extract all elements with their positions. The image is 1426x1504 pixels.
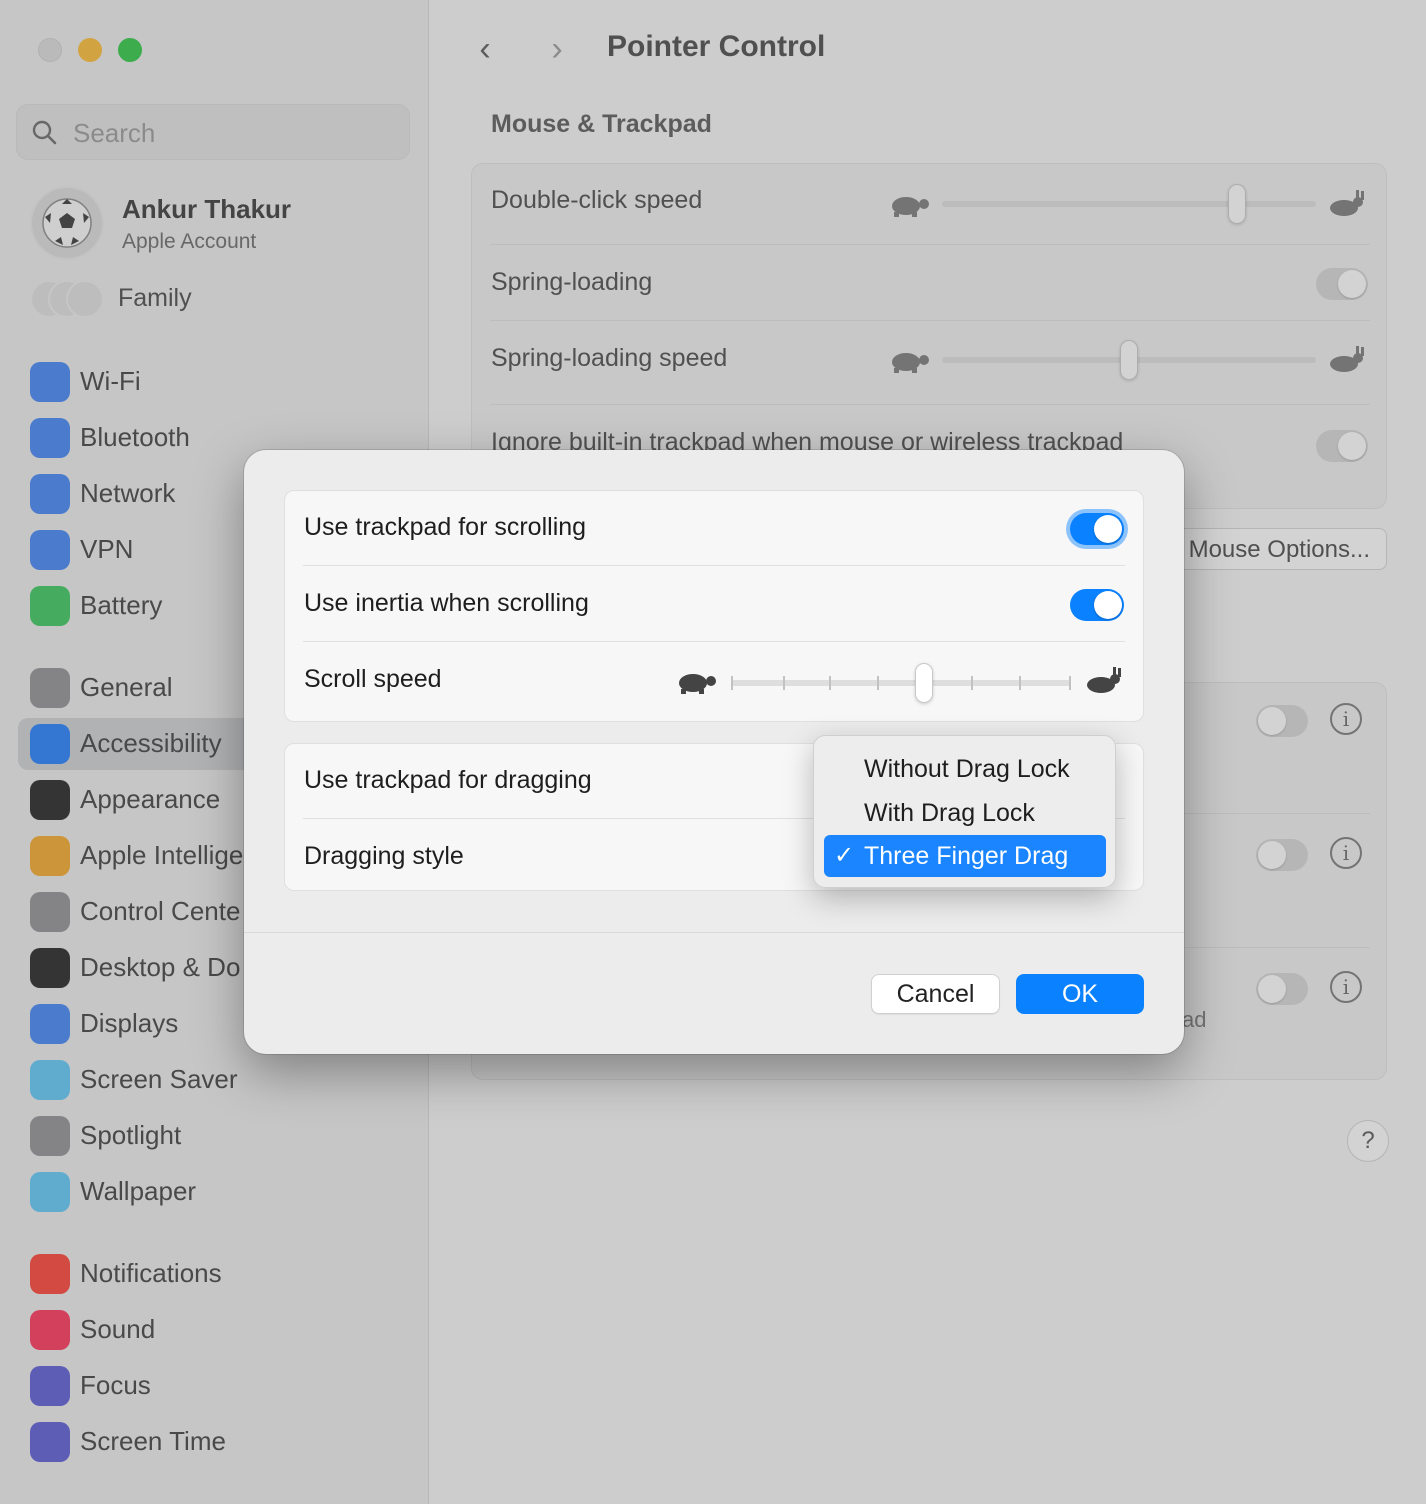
slider-tick [877, 676, 879, 690]
menu-item-with-drag-lock[interactable]: With Drag Lock [824, 792, 1106, 834]
menu-item-three-finger-drag[interactable]: ✓ Three Finger Drag [824, 835, 1106, 877]
cancel-button[interactable]: Cancel [871, 974, 1000, 1014]
slider-tick [731, 676, 733, 690]
sheet-separator [244, 932, 1184, 933]
use-trackpad-dragging-label: Use trackpad for dragging [304, 766, 592, 794]
checkmark-icon: ✓ [834, 842, 855, 869]
turtle-icon [679, 674, 716, 694]
scroll-speed-knob[interactable] [915, 663, 933, 703]
dragging-style-label: Dragging style [304, 842, 464, 870]
scroll-speed-label: Scroll speed [304, 665, 442, 693]
slider-tick [829, 676, 831, 690]
slider-tick [1019, 676, 1021, 690]
use-inertia-toggle[interactable] [1070, 589, 1124, 621]
menu-item-label: With Drag Lock [864, 799, 1035, 827]
rabbit-icon [1087, 667, 1121, 693]
use-trackpad-scrolling-label: Use trackpad for scrolling [304, 513, 587, 541]
scrolling-card: Use trackpad for scrolling Use inertia w… [284, 490, 1144, 722]
dragging-style-menu: Without Drag Lock With Drag Lock ✓ Three… [813, 735, 1116, 888]
slider-tick [971, 676, 973, 690]
slider-tick [1069, 676, 1071, 690]
slider-tick [783, 676, 785, 690]
menu-item-without-drag-lock[interactable]: Without Drag Lock [824, 748, 1106, 790]
menu-item-label: Without Drag Lock [864, 755, 1070, 783]
divider [303, 641, 1125, 642]
ok-button[interactable]: OK [1016, 974, 1144, 1014]
menu-item-label: Three Finger Drag [864, 842, 1069, 870]
divider [303, 565, 1125, 566]
use-trackpad-scrolling-toggle[interactable] [1070, 513, 1124, 545]
use-inertia-label: Use inertia when scrolling [304, 589, 589, 617]
